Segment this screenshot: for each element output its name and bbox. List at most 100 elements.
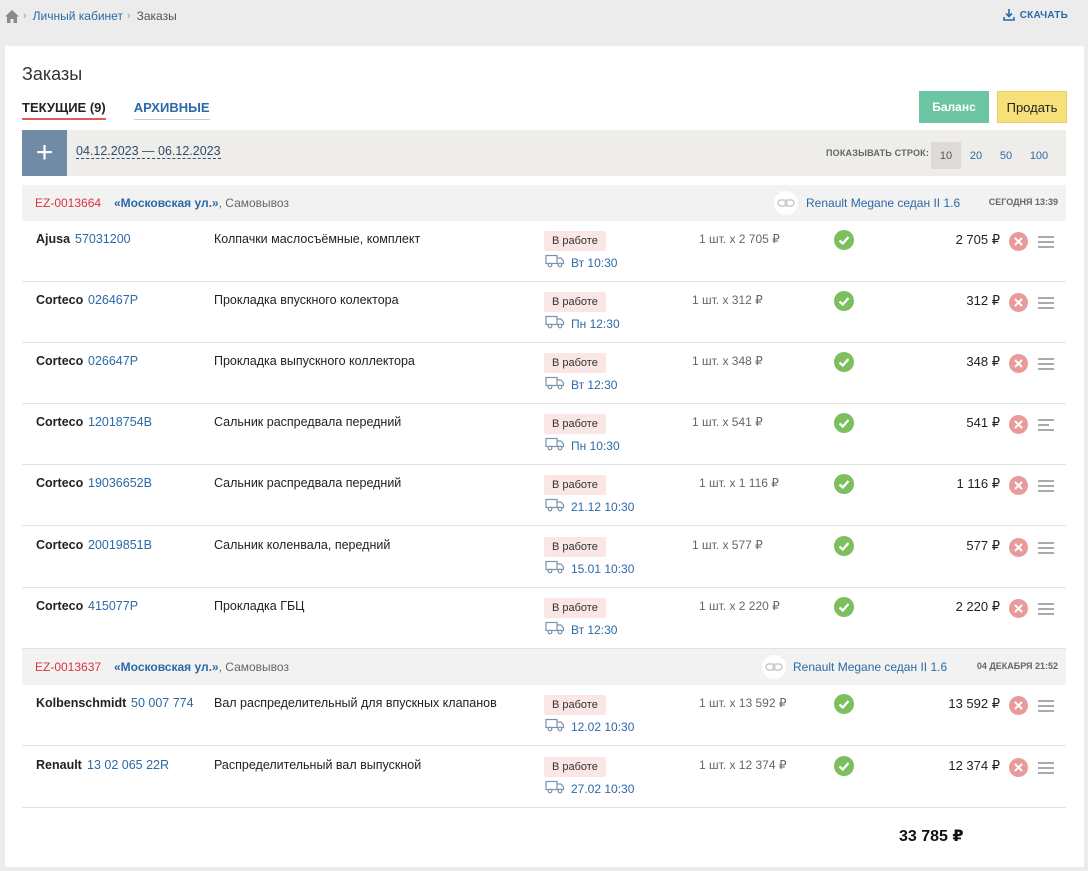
item-part-number-link[interactable]: 20019851B	[88, 538, 152, 552]
order-id-link[interactable]: EZ-0013637	[35, 660, 101, 674]
truck-icon	[545, 498, 565, 515]
tab-archive[interactable]: АРХИВНЫЕ	[133, 100, 210, 120]
order-delivery-type: , Самовывоз	[218, 196, 289, 210]
order-item-row: Kolbenschmidt 50 007 774 Вал распределител…	[22, 685, 1066, 746]
item-part-number-link[interactable]: 19036652B	[88, 476, 152, 490]
cancel-item-button[interactable]	[1009, 232, 1028, 251]
cancel-item-button[interactable]	[1009, 599, 1028, 618]
cancel-item-button[interactable]	[1009, 538, 1028, 557]
order-address: «Московская ул.», Самовывоз	[114, 660, 289, 674]
date-range-picker[interactable]: 04.12.2023 — 06.12.2023	[76, 144, 221, 159]
status-badge: В работе	[544, 292, 606, 312]
order-store-link[interactable]: «Московская ул.»	[114, 196, 219, 210]
status-badge: В работе	[544, 414, 606, 434]
order-item-row: Corteco 20019851B Сальник коленвала, перед…	[22, 527, 1066, 588]
cancel-item-button[interactable]	[1009, 758, 1028, 777]
menu-icon[interactable]	[1038, 419, 1054, 431]
cancel-item-button[interactable]	[1009, 293, 1028, 312]
check-icon	[834, 694, 854, 714]
breadcrumb-cabinet-link[interactable]: Личный кабинет	[33, 9, 123, 23]
truck-icon	[545, 780, 565, 797]
menu-icon[interactable]	[1038, 480, 1054, 492]
download-button[interactable]: СКАЧАТЬ	[1002, 9, 1068, 21]
item-brand: Corteco	[36, 476, 84, 490]
item-part-number-link[interactable]: 13 02 065 22R	[87, 758, 169, 772]
item-price: 2 705 ₽	[955, 232, 1000, 247]
item-name: Сальник распредвала передний	[214, 415, 402, 429]
order-header: EZ-0013637 «Московская ул.», Самовывоз Ren…	[22, 649, 1066, 685]
menu-icon[interactable]	[1038, 603, 1054, 615]
item-name: Сальник распредвала передний	[214, 476, 402, 490]
item-delivery-time: Вт 12:30	[571, 378, 618, 392]
item-delivery-time: Пн 10:30	[571, 439, 620, 453]
filter-bar: + 04.12.2023 — 06.12.2023 ПОКАЗЫВАТЬ СТР…	[22, 130, 1066, 176]
status-badge: В работе	[544, 757, 606, 777]
order-id-link[interactable]: EZ-0013664	[35, 196, 101, 210]
home-icon[interactable]	[5, 9, 19, 23]
order-header: EZ-0013664 «Московская ул.», Самовывоз Ren…	[22, 185, 1066, 221]
item-part-number-link[interactable]: 415077P	[88, 599, 138, 613]
item-part-number-link[interactable]: 57031200	[75, 232, 131, 246]
rows-option-20[interactable]: 20	[961, 142, 991, 169]
check-icon	[834, 230, 854, 250]
item-brand: Renault	[36, 758, 82, 772]
cancel-item-button[interactable]	[1009, 476, 1028, 495]
check-icon	[834, 756, 854, 776]
order-address: «Московская ул.», Самовывоз	[114, 196, 289, 210]
item-price: 312 ₽	[966, 293, 1000, 308]
item-part-number-link[interactable]: 50 007 774	[131, 696, 194, 710]
item-quantity: 1 шт. x 312 ₽	[692, 293, 763, 307]
item-part-number-link[interactable]: 026467P	[88, 293, 138, 307]
check-icon	[834, 291, 854, 311]
item-part-number-link[interactable]: 026647P	[88, 354, 138, 368]
item-quantity: 1 шт. x 2 705 ₽	[699, 232, 780, 246]
truck-icon	[545, 437, 565, 454]
order-car-link[interactable]: Renault Megane седан II 1.6	[806, 196, 960, 210]
order-date: 04 ДЕКАБРЯ 21:52	[976, 661, 1058, 671]
order-item-row: Corteco 12018754B Сальник распредвала пере…	[22, 404, 1066, 465]
status-badge: В работе	[544, 598, 606, 618]
menu-icon[interactable]	[1038, 297, 1054, 309]
menu-icon[interactable]	[1038, 700, 1054, 712]
item-part-number-link[interactable]: 12018754B	[88, 415, 152, 429]
menu-icon[interactable]	[1038, 236, 1054, 248]
link-icon	[762, 655, 786, 679]
rows-option-10[interactable]: 10	[931, 142, 961, 169]
order-store-link[interactable]: «Московская ул.»	[114, 660, 219, 674]
rows-per-page-label: ПОКАЗЫВАТЬ СТРОК:	[826, 148, 930, 158]
status-badge: В работе	[544, 475, 606, 495]
menu-icon[interactable]	[1038, 358, 1054, 370]
rows-option-50[interactable]: 50	[991, 142, 1021, 169]
chevron-right-icon: ›	[23, 10, 27, 22]
order-item-row: Corteco 415077P Прокладка ГБЦ В работе Вт 12…	[22, 588, 1066, 649]
add-filter-button[interactable]: +	[22, 130, 67, 176]
item-name: Сальник коленвала, передний	[214, 538, 391, 552]
menu-icon[interactable]	[1038, 762, 1054, 774]
item-delivery-time: 12.02 10:30	[571, 720, 635, 734]
rows-option-100[interactable]: 100	[1024, 142, 1054, 169]
cancel-item-button[interactable]	[1009, 696, 1028, 715]
sell-button[interactable]: Продать	[997, 91, 1067, 123]
order-item-row: Corteco 026647P Прокладка выпускного колле…	[22, 343, 1066, 404]
order-item-row: Renault 13 02 065 22R Распределительный ва…	[22, 747, 1066, 808]
menu-icon[interactable]	[1038, 542, 1054, 554]
truck-icon	[545, 718, 565, 735]
item-name: Прокладка впускного колектора	[214, 293, 399, 307]
balance-button[interactable]: Баланс	[919, 91, 989, 123]
truck-icon	[545, 560, 565, 577]
orders-card: Заказы ТЕКУЩИЕ (9) АРХИВНЫЕ Баланс Прода…	[5, 46, 1084, 867]
order-car-link[interactable]: Renault Megane седан II 1.6	[793, 660, 947, 674]
status-badge: В работе	[544, 353, 606, 373]
check-icon	[834, 413, 854, 433]
item-name: Прокладка выпускного коллектора	[214, 354, 415, 368]
tab-current[interactable]: ТЕКУЩИЕ (9)	[22, 100, 106, 120]
item-delivery-time: 15.01 10:30	[571, 562, 635, 576]
cancel-item-button[interactable]	[1009, 354, 1028, 373]
item-name: Прокладка ГБЦ	[214, 599, 305, 613]
order-delivery-type: , Самовывоз	[218, 660, 289, 674]
item-price: 1 116 ₽	[956, 476, 1000, 491]
item-delivery-time: Вт 10:30	[571, 256, 618, 270]
tabs: ТЕКУЩИЕ (9) АРХИВНЫЕ	[22, 100, 238, 120]
cancel-item-button[interactable]	[1009, 415, 1028, 434]
check-icon	[834, 474, 854, 494]
